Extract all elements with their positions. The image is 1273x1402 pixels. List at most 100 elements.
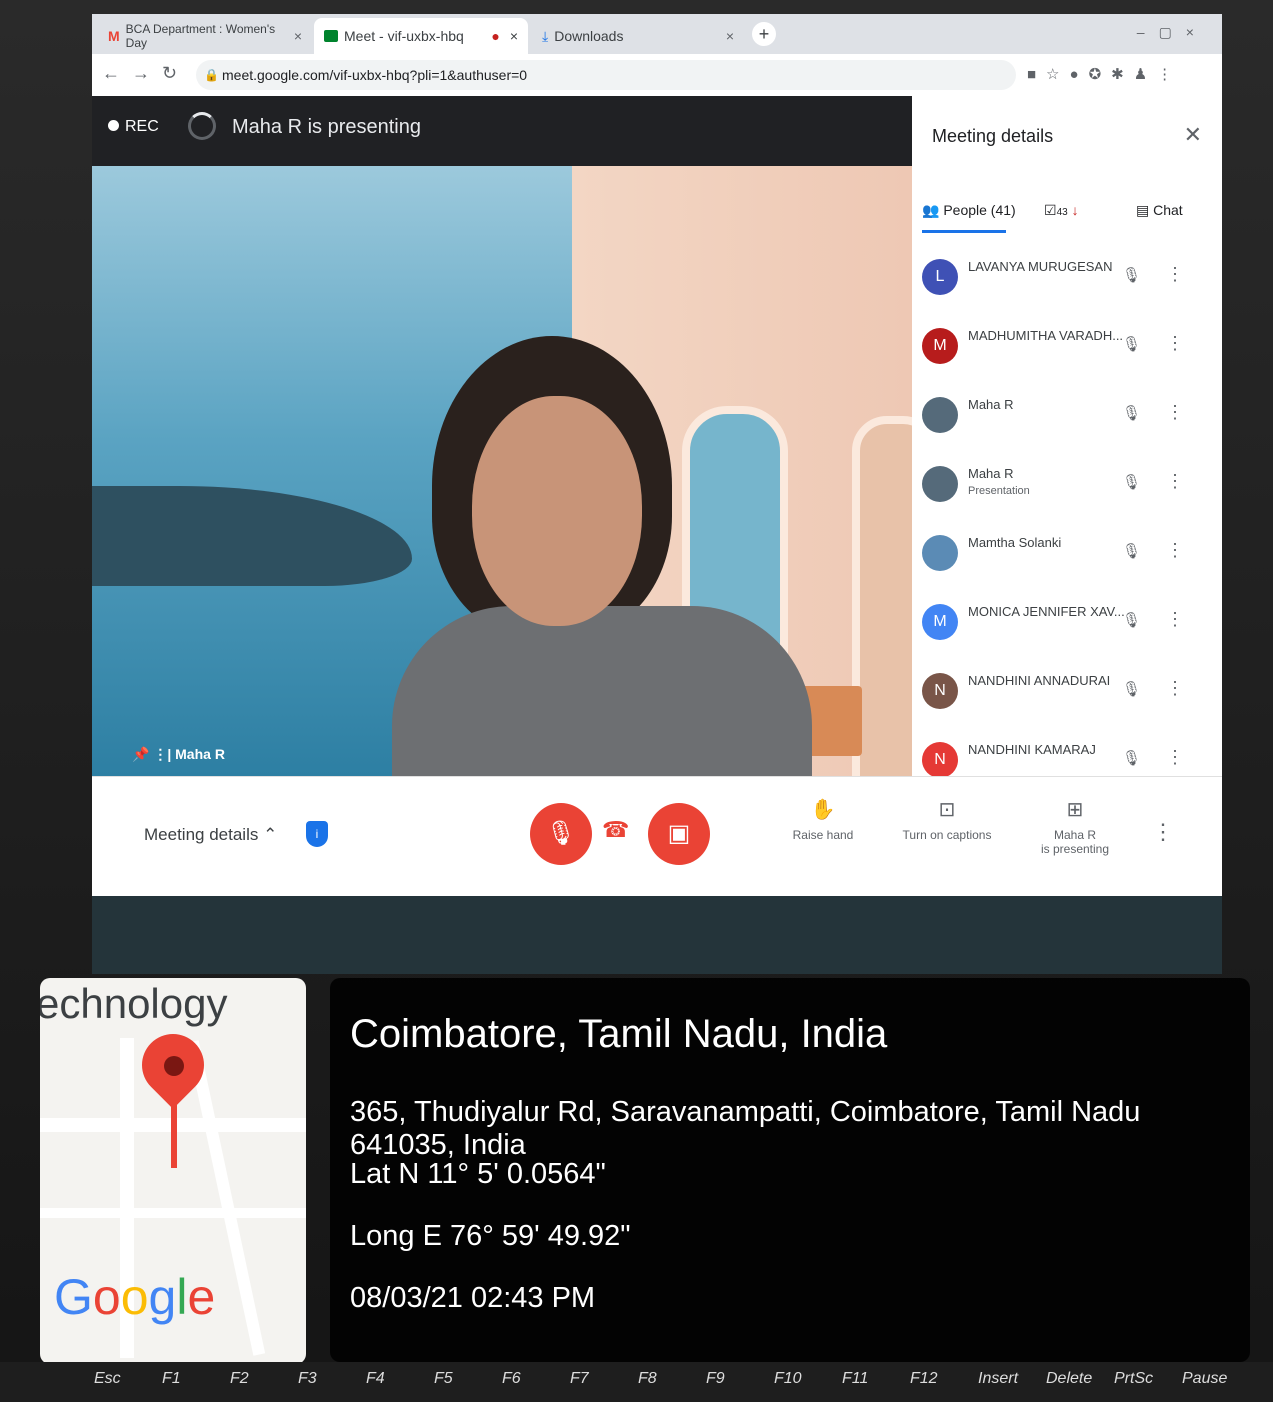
- mic-off-button[interactable]: 🎙: [530, 803, 592, 865]
- location-map: echnology Google: [40, 978, 306, 1364]
- location-city: Coimbatore, Tamil Nadu, India: [350, 1012, 888, 1056]
- hang-up-button[interactable]: ☎: [602, 817, 629, 843]
- participant-row[interactable]: Maha R Presentation 🎙 ⋮: [922, 459, 1212, 509]
- gmail-icon: M: [108, 28, 120, 44]
- tab-label: Meet - vif-uxbx-hbq: [344, 28, 464, 44]
- location-longitude: Long E 76° 59' 49.92": [350, 1220, 631, 1252]
- extension-icons[interactable]: ■☆●✪✱♟⋮: [1027, 65, 1182, 83]
- location-latitude: Lat N 11° 5' 0.0564": [350, 1158, 606, 1190]
- participant-name: NANDHINI ANNADURAI: [968, 673, 1111, 688]
- mic-muted-icon: 🎙: [1122, 405, 1142, 422]
- keyboard-key: F8: [638, 1370, 657, 1387]
- more-options-icon[interactable]: ⋮: [1166, 402, 1184, 423]
- presenter-face: [472, 396, 642, 626]
- avatar: [922, 397, 958, 433]
- captions-icon: ⊡: [938, 799, 956, 821]
- raise-hand-label: Raise hand: [792, 828, 854, 842]
- participant-row[interactable]: N NANDHINI ANNADURAI 🎙 ⋮: [922, 666, 1212, 716]
- loading-spinner-icon: [188, 112, 216, 140]
- participant-row[interactable]: M MADHUMITHA VARADH... 🎙 ⋮: [922, 321, 1212, 371]
- meeting-details-label: Meeting details: [144, 825, 259, 844]
- more-options-icon[interactable]: ⋮: [1166, 264, 1184, 285]
- download-icon: ⤓: [542, 27, 549, 44]
- keyboard-key: F5: [434, 1370, 453, 1387]
- more-options-icon[interactable]: ⋮: [1166, 609, 1184, 630]
- participant-name: Mamtha Solanki: [968, 535, 1062, 550]
- lock-icon: 🔒: [204, 68, 219, 82]
- video-name-chip: 📌 ⋮| Maha R: [132, 746, 225, 763]
- captions-label: Turn on captions: [902, 828, 992, 842]
- participant-name: MONICA JENNIFER XAV...: [968, 604, 1125, 619]
- tab-downloads[interactable]: ⤓ Downloads ×: [532, 18, 744, 54]
- google-logo-letter: g: [148, 1269, 177, 1325]
- close-icon[interactable]: ✕: [1184, 122, 1202, 148]
- participant-row[interactable]: Mamtha Solanki 🎙 ⋮: [922, 528, 1212, 578]
- tab-people-label: People (41): [943, 202, 1016, 218]
- google-logo: Google: [54, 1268, 215, 1326]
- reload-icon[interactable]: ↻: [162, 63, 177, 84]
- more-options-icon[interactable]: ⋮: [1166, 471, 1184, 492]
- security-shield-icon[interactable]: i: [306, 821, 328, 847]
- participant-row[interactable]: Maha R 🎙 ⋮: [922, 390, 1212, 440]
- google-logo-letter: o: [92, 1269, 121, 1325]
- location-address: 365, Thudiyalur Rd, Saravanampatti, Coim…: [350, 1096, 1141, 1161]
- laptop-keyboard-row: Esc F1 F2 F3 F4 F5 F6 F7 F8 F9 F10 F11 F12 Insert Dele…: [0, 1362, 1273, 1402]
- recording-indicator: REC: [108, 118, 159, 136]
- close-tab-icon[interactable]: ×: [510, 28, 518, 44]
- keyboard-key: F11: [842, 1370, 869, 1387]
- tab-bca-department[interactable]: M BCA Department : Women's Day ×: [98, 18, 312, 54]
- new-tab-button[interactable]: +: [752, 22, 776, 46]
- recording-dot-icon: ●: [491, 28, 500, 44]
- avatar: [922, 535, 958, 571]
- participant-row[interactable]: M MONICA JENNIFER XAV... 🎙 ⋮: [922, 597, 1212, 647]
- tab-activities[interactable]: ☑43 ↓: [1044, 202, 1079, 219]
- google-logo-letter: l: [176, 1269, 188, 1325]
- presenting-button[interactable]: ⊞ Maha Ris presenting: [1020, 797, 1130, 856]
- mic-muted-icon: 🎙: [1122, 336, 1142, 353]
- tab-meet[interactable]: Meet - vif-uxbx-hbq ● ×: [314, 18, 528, 54]
- record-icon: [108, 120, 119, 131]
- raise-hand-button[interactable]: ✋ Raise hand: [768, 797, 878, 842]
- more-options-icon[interactable]: ⋮: [1166, 333, 1184, 354]
- laptop-screen: M BCA Department : Women's Day × Meet - …: [92, 14, 1222, 974]
- participant-name: MADHUMITHA VARADH...: [968, 328, 1124, 343]
- mic-muted-icon: 🎙: [1122, 543, 1142, 560]
- keyboard-key: F7: [570, 1370, 589, 1387]
- back-icon[interactable]: ←: [102, 63, 120, 84]
- close-tab-icon[interactable]: ×: [726, 28, 734, 44]
- meeting-details-button[interactable]: Meeting details ⌃: [144, 825, 277, 845]
- participant-name: Maha R: [968, 397, 1014, 412]
- participant-name: LAVANYA MURUGESAN: [968, 259, 1113, 274]
- keyboard-key: F4: [366, 1370, 385, 1387]
- arrow-down-icon: ↓: [1071, 202, 1079, 218]
- more-options-icon[interactable]: ⋮: [1166, 540, 1184, 561]
- panel-title: Meeting details: [932, 126, 1054, 146]
- forward-icon[interactable]: →: [132, 63, 150, 84]
- window-controls[interactable]: –▢×: [1137, 24, 1208, 41]
- keyboard-key: Esc: [94, 1370, 121, 1387]
- map-label: echnology: [40, 980, 228, 1027]
- checkbox-icon: ☑: [1044, 202, 1057, 218]
- browser-tab-bar: M BCA Department : Women's Day × Meet - …: [92, 14, 1222, 54]
- camera-off-button[interactable]: ▣: [648, 803, 710, 865]
- tab-chat[interactable]: ▤ Chat: [1136, 202, 1183, 219]
- meeting-details-panel: Meeting details ✕ 👥 People (41) ☑43 ↓ ▤ …: [912, 96, 1222, 847]
- tab-people[interactable]: 👥 People (41): [922, 202, 1016, 219]
- mic-muted-icon: 🎙: [1122, 750, 1142, 767]
- more-options-icon[interactable]: ⋮: [1166, 678, 1184, 699]
- address-bar[interactable]: 🔒 meet.google.com/vif-uxbx-hbq?pli=1&aut…: [196, 60, 1016, 90]
- keyboard-key: F12: [910, 1370, 938, 1387]
- video-name: Maha R: [175, 746, 225, 762]
- hand-icon: ✋: [810, 799, 836, 821]
- pin-icon[interactable]: 📌: [132, 746, 149, 762]
- participant-row[interactable]: L LAVANYA MURUGESAN 🎙 ⋮: [922, 252, 1212, 302]
- presenting-label-2: is presenting: [1040, 842, 1110, 856]
- captions-button[interactable]: ⊡ Turn on captions: [892, 797, 1002, 842]
- keyboard-key: F1: [162, 1370, 181, 1387]
- more-options-icon[interactable]: ⋮: [1152, 819, 1174, 845]
- location-datetime: 08/03/21 02:43 PM: [350, 1282, 596, 1314]
- more-options-icon[interactable]: ⋮: [1166, 747, 1184, 768]
- keyboard-key: F3: [298, 1370, 317, 1387]
- close-tab-icon[interactable]: ×: [294, 28, 302, 44]
- keyboard-key: F6: [502, 1370, 521, 1387]
